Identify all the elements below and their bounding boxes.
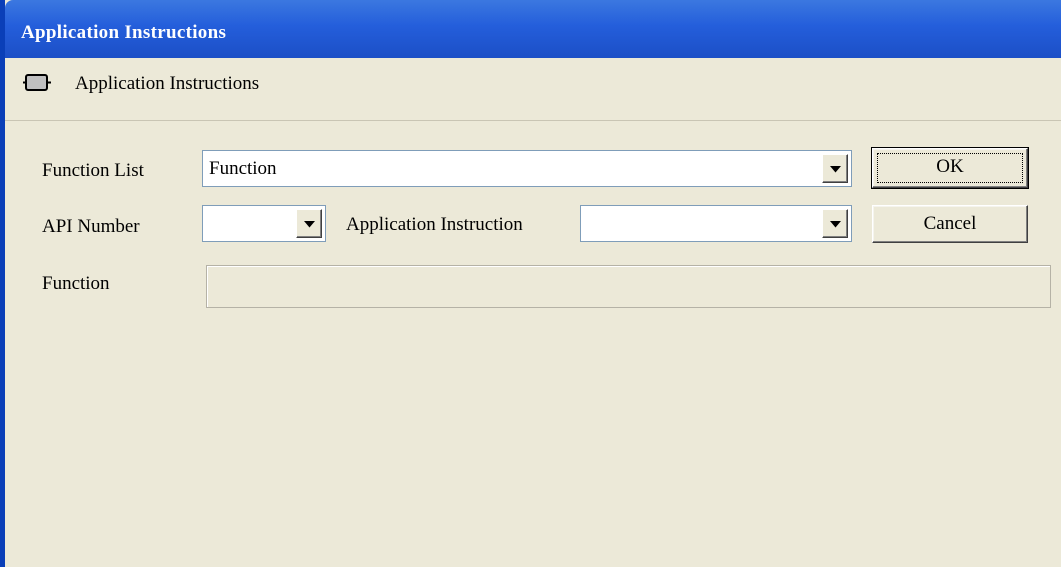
function-label: Function — [42, 273, 110, 294]
instruction-block-icon — [23, 72, 51, 94]
dialog-header-title: Application Instructions — [75, 73, 260, 94]
application-instruction-dropdown[interactable] — [580, 205, 852, 242]
window-title: Application Instructions — [21, 22, 227, 43]
function-list-value: Function — [209, 158, 277, 179]
title-bar[interactable]: Application Instructions — [5, 0, 1061, 58]
function-list-dropdown[interactable]: Function — [202, 150, 852, 187]
cancel-button-label: Cancel — [923, 213, 977, 234]
api-number-label: API Number — [42, 216, 140, 237]
chevron-down-icon[interactable] — [822, 154, 848, 183]
function-description-field — [206, 265, 1051, 308]
ok-button-label: OK — [936, 156, 964, 177]
api-number-dropdown[interactable] — [202, 205, 326, 242]
ok-button[interactable]: OK — [871, 147, 1029, 189]
dialog-header: Application Instructions — [5, 58, 1061, 121]
application-instruction-label: Application Instruction — [346, 214, 523, 235]
chevron-down-icon[interactable] — [296, 209, 322, 238]
cancel-button[interactable]: Cancel — [872, 205, 1028, 243]
application-instructions-dialog: Application Instructions Application Ins… — [0, 0, 1061, 567]
chevron-down-icon[interactable] — [822, 209, 848, 238]
function-list-label: Function List — [42, 160, 144, 181]
